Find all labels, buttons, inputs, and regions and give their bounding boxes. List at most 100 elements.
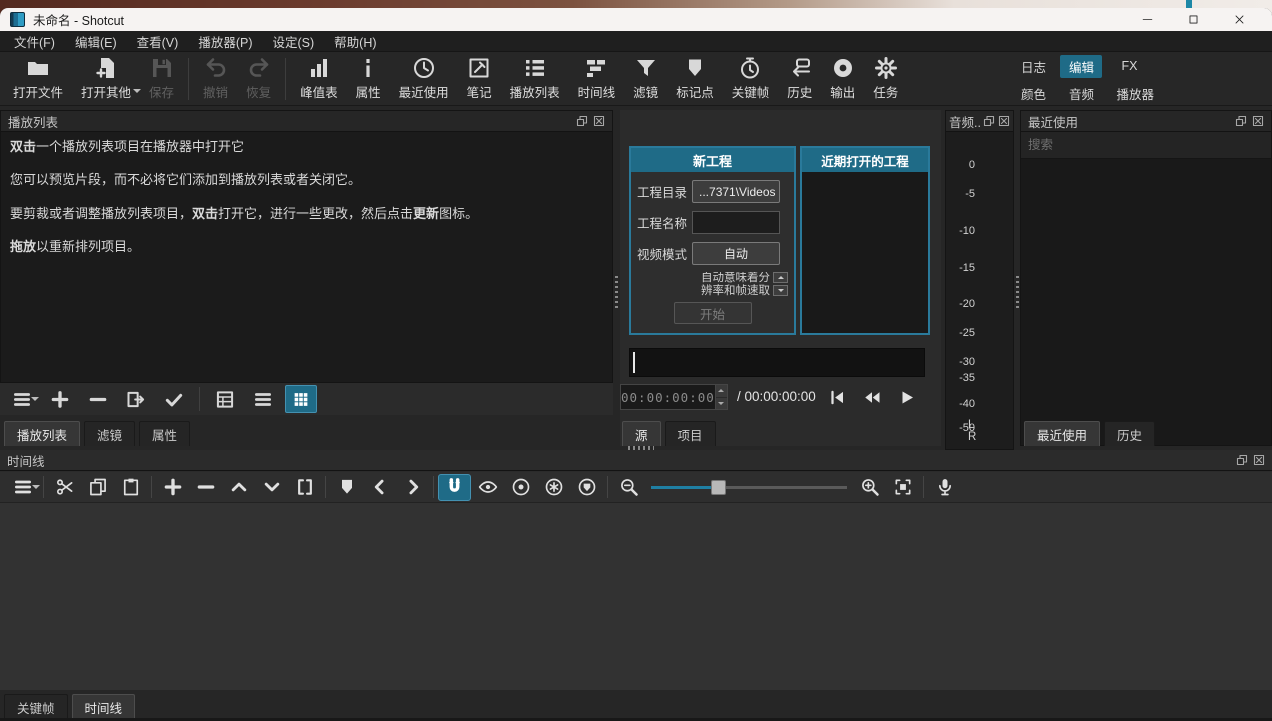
lift-button[interactable]	[222, 474, 255, 501]
layout-颜色-button[interactable]: 颜色	[1012, 82, 1054, 105]
toolbar-history-button[interactable]: 历史	[778, 52, 821, 105]
append-button[interactable]	[156, 474, 189, 501]
video-mode-button[interactable]: 自动	[692, 242, 780, 265]
layout-FX-button[interactable]: FX	[1108, 55, 1150, 78]
toolbar-save-button[interactable]: 保存	[140, 52, 183, 105]
layout-日志-button[interactable]: 日志	[1012, 55, 1054, 78]
overwrite-button[interactable]	[255, 474, 288, 501]
zoom-timeline-out-button[interactable]	[612, 474, 645, 501]
rewind-button[interactable]	[857, 385, 887, 410]
maximize-button[interactable]	[1170, 8, 1216, 31]
timecode-down-button[interactable]	[716, 397, 727, 410]
toolbar-notes-button[interactable]: 笔记	[458, 52, 501, 105]
timecode-spinbox[interactable]: 00:00:00:00	[620, 384, 728, 410]
minimize-button[interactable]	[1124, 8, 1170, 31]
float-panel-icon[interactable]	[576, 115, 588, 127]
skip-to-start-button[interactable]	[822, 385, 852, 410]
toolbar-gear-button[interactable]: 任务	[864, 52, 907, 105]
view-icons-button[interactable]	[285, 385, 317, 413]
split-button[interactable]	[288, 474, 321, 501]
tab-历史[interactable]: 历史	[1104, 421, 1155, 446]
layout-编辑-button[interactable]: 编辑	[1060, 55, 1102, 78]
timeline-tracks-area[interactable]	[0, 503, 1272, 690]
record-audio-button[interactable]	[928, 474, 961, 501]
layout-播放器-button[interactable]: 播放器	[1108, 82, 1162, 105]
paste-button[interactable]	[114, 474, 147, 501]
toolbar-playlist-button[interactable]: 播放列表	[501, 52, 569, 105]
menubar-item-3[interactable]: 播放器(P)	[188, 31, 262, 51]
tab-播放列表[interactable]: 播放列表	[4, 421, 80, 446]
snap-button[interactable]	[438, 474, 471, 501]
scrub-while-dragging-button[interactable]	[471, 474, 504, 501]
layout-音频-button[interactable]: 音频	[1060, 82, 1102, 105]
scroll-down-button[interactable]	[773, 285, 788, 296]
bottom-tab-时间线[interactable]: 时间线	[72, 694, 136, 719]
copy-button[interactable]	[81, 474, 114, 501]
add-selected-button[interactable]	[158, 385, 190, 413]
timecode-up-button[interactable]	[716, 385, 727, 397]
project-name-input[interactable]	[692, 211, 780, 234]
timeline-zoom-slider[interactable]	[651, 477, 847, 497]
timecode-value[interactable]: 00:00:00:00	[621, 390, 715, 405]
scroll-up-button[interactable]	[773, 272, 788, 283]
float-panel-icon[interactable]	[1235, 115, 1247, 127]
close-button[interactable]	[1216, 8, 1262, 31]
view-tiles-button[interactable]	[247, 385, 279, 413]
playhead-cursor[interactable]	[633, 352, 635, 373]
toolbar-doc-plus-button[interactable]: 打开其他	[72, 52, 140, 105]
play-button[interactable]	[892, 385, 922, 410]
toolbar-output-button[interactable]: 输出	[821, 52, 864, 105]
menubar-item-1[interactable]: 编辑(E)	[65, 31, 127, 51]
player-tab-源[interactable]: 源	[622, 421, 661, 446]
previous-marker-button[interactable]	[363, 474, 396, 501]
float-panel-icon[interactable]	[1236, 454, 1248, 466]
tab-最近使用[interactable]: 最近使用	[1024, 421, 1100, 446]
menubar-item-2[interactable]: 查看(V)	[127, 31, 189, 51]
toolbar-undo-button[interactable]: 撤销	[194, 52, 237, 105]
toolbar-timeline-button[interactable]: 时间线	[569, 52, 625, 105]
recent-search-input[interactable]	[1021, 132, 1271, 158]
menubar-item-0[interactable]: 文件(F)	[4, 31, 65, 51]
menubar-item-4[interactable]: 设定(S)	[262, 31, 324, 51]
playlist-menu-button[interactable]	[6, 385, 38, 413]
ripple-all-tracks-button[interactable]	[537, 474, 570, 501]
remove-button[interactable]	[82, 385, 114, 413]
toolbar-marker-button[interactable]: 标记点	[667, 52, 723, 105]
float-panel-icon[interactable]	[983, 115, 995, 127]
toolbar-filter-button[interactable]: 滤镜	[624, 52, 667, 105]
close-panel-icon[interactable]	[1252, 115, 1264, 127]
slider-handle[interactable]	[711, 480, 726, 495]
update-button[interactable]	[120, 385, 152, 413]
tab-滤镜[interactable]: 滤镜	[84, 421, 135, 446]
append-button[interactable]	[44, 385, 76, 413]
project-folder-button[interactable]: ...7371\Videos	[692, 180, 780, 203]
player-scrub-bar[interactable]	[629, 348, 925, 377]
recent-projects-list[interactable]	[802, 172, 928, 333]
zoom-timeline-in-button[interactable]	[853, 474, 886, 501]
toolbar-folder-button[interactable]: 打开文件	[4, 52, 72, 105]
next-marker-button[interactable]	[396, 474, 429, 501]
player-tab-项目[interactable]: 项目	[665, 421, 716, 446]
recent-files-list[interactable]	[1021, 159, 1271, 445]
toolbar-clock-button[interactable]: 最近使用	[390, 52, 458, 105]
toolbar-stopwatch-button[interactable]: 关键帧	[723, 52, 779, 105]
toolbar-redo-button[interactable]: 恢复	[237, 52, 280, 105]
toolbar-peak-meter-button[interactable]: 峰值表	[291, 52, 347, 105]
start-button[interactable]: 开始	[674, 302, 752, 324]
marker-button[interactable]	[330, 474, 363, 501]
timeline-menu-button[interactable]	[6, 474, 39, 501]
zoom-timeline-fit-button[interactable]	[886, 474, 919, 501]
ripple-delete-button[interactable]	[189, 474, 222, 501]
toolbar-info-button[interactable]: 属性	[347, 52, 390, 105]
ripple-markers-button[interactable]	[570, 474, 603, 501]
cut-button[interactable]	[48, 474, 81, 501]
splitter-playlist-player[interactable]	[613, 110, 620, 446]
ripple-button[interactable]	[504, 474, 537, 501]
close-panel-icon[interactable]	[593, 115, 605, 127]
close-panel-icon[interactable]	[998, 115, 1010, 127]
bottom-tab-关键帧[interactable]: 关键帧	[4, 694, 68, 719]
menubar-item-5[interactable]: 帮助(H)	[324, 31, 386, 51]
tab-属性[interactable]: 属性	[139, 421, 190, 446]
view-details-button[interactable]	[209, 385, 241, 413]
close-panel-icon[interactable]	[1253, 454, 1265, 466]
